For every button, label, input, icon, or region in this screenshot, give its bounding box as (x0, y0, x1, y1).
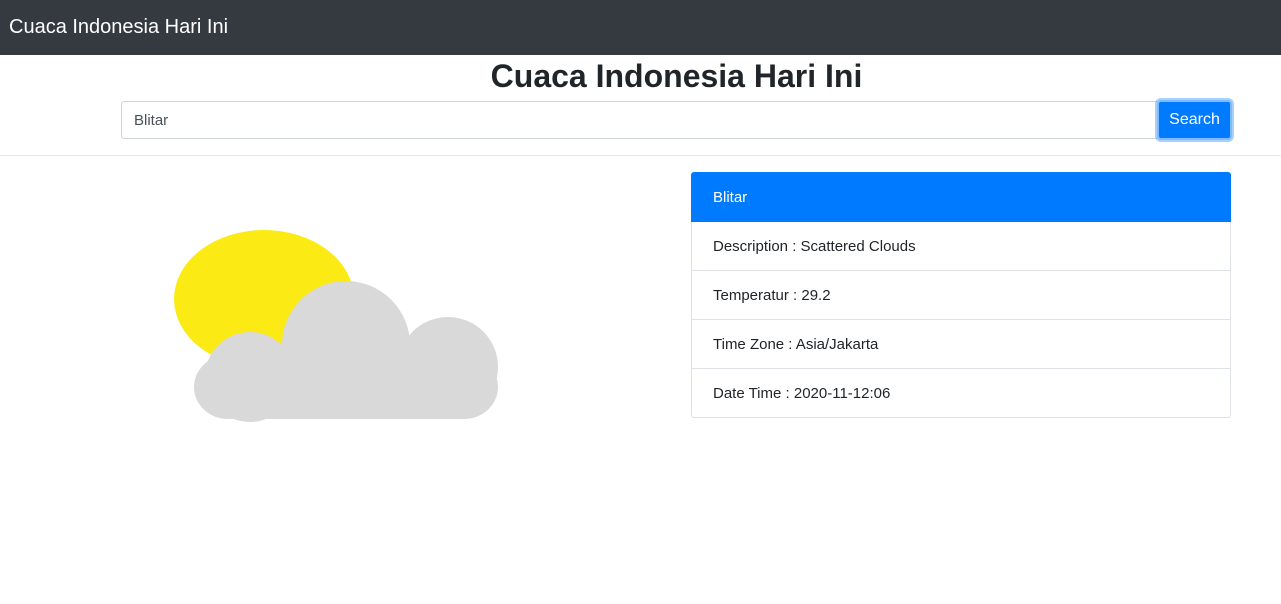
search-form: Search (121, 100, 1232, 140)
search-input[interactable] (121, 101, 1157, 139)
temperature-item: Temperatur : 29.2 (691, 271, 1231, 320)
divider (0, 155, 1281, 156)
city-name: Blitar (691, 172, 1231, 222)
navbar-brand[interactable]: Cuaca Indonesia Hari Ini (9, 16, 228, 39)
weather-details-list: Blitar Description : Scattered Clouds Te… (691, 172, 1231, 418)
timezone-item: Time Zone : Asia/Jakarta (691, 320, 1231, 369)
search-button[interactable]: Search (1157, 100, 1232, 140)
description-item: Description : Scattered Clouds (691, 222, 1231, 271)
page-title: Cuaca Indonesia Hari Ini (490, 58, 863, 94)
navbar: Cuaca Indonesia Hari Ini (0, 0, 1281, 55)
sun-behind-cloud-icon (160, 215, 520, 435)
datetime-item: Date Time : 2020-11-12:06 (691, 369, 1231, 418)
